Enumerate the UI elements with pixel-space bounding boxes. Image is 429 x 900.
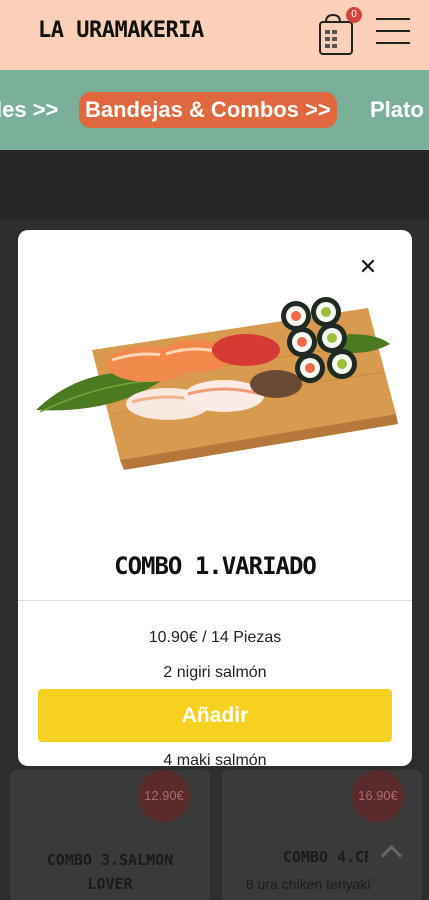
product-price: 10.90€ / 14 Piezas bbox=[148, 629, 282, 646]
category-tab-previous[interactable]: les >> bbox=[0, 92, 58, 128]
product-item: 4 maki salmón bbox=[163, 752, 267, 766]
category-tab-next[interactable]: Plato bbox=[370, 92, 424, 128]
scroll-to-top-button[interactable] bbox=[368, 830, 414, 876]
product-modal: ✕ COMBO 1.VARIADO 10.90€ / 14 Piezas 2 n… bbox=[18, 230, 412, 766]
divider bbox=[18, 600, 412, 601]
cart-count-badge: 0 bbox=[346, 7, 362, 23]
add-to-cart-button[interactable]: Añadir bbox=[38, 689, 392, 742]
category-tab-bandejas-combos[interactable]: Bandejas & Combos >> bbox=[79, 92, 337, 128]
price-badge: 16.90€ bbox=[352, 770, 404, 822]
category-nav: les >> Bandejas & Combos >> Plato bbox=[0, 70, 429, 150]
product-card-description: 8 ura chiken teriyaki bbox=[246, 876, 371, 892]
site-logo[interactable]: LA URAMAKERIA bbox=[38, 18, 204, 43]
product-card-title: COMBO 3.SALMON LOVER bbox=[46, 851, 174, 893]
product-title: COMBO 1.VARIADO bbox=[114, 552, 317, 580]
header: LA URAMAKERIA 0 bbox=[0, 0, 429, 70]
hamburger-menu-icon[interactable] bbox=[376, 18, 412, 50]
product-image bbox=[36, 297, 398, 470]
product-item: 2 nigiri salmón bbox=[163, 664, 267, 681]
price-badge: 12.90€ bbox=[138, 770, 190, 822]
page-banner bbox=[0, 150, 429, 220]
